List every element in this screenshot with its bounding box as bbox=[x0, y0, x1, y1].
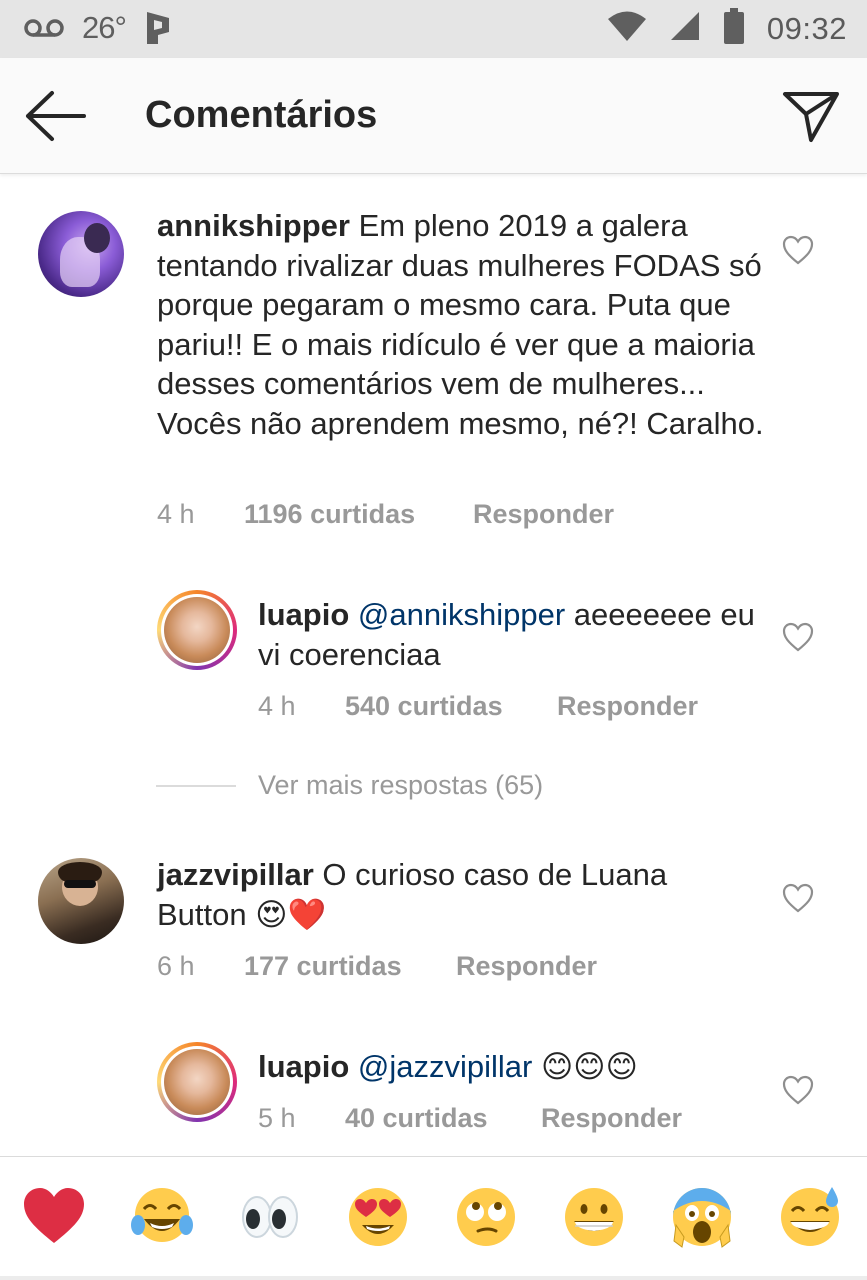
comment-time: 4 h bbox=[258, 691, 296, 721]
avatar[interactable] bbox=[38, 858, 124, 944]
divider bbox=[0, 1276, 867, 1280]
comment-username[interactable]: luapio bbox=[258, 597, 349, 632]
like-heart-icon[interactable] bbox=[782, 1075, 814, 1105]
clock: 09:32 bbox=[766, 10, 847, 46]
likes-count[interactable]: 540 curtidas bbox=[345, 691, 557, 722]
avatar[interactable] bbox=[157, 590, 237, 670]
rolling-eyes-emoji-button[interactable] bbox=[454, 1185, 518, 1249]
divider bbox=[156, 784, 236, 787]
reply-text: luapio @jazzvipillar 😊😊😊 bbox=[258, 1047, 758, 1087]
like-heart-icon[interactable] bbox=[782, 883, 814, 913]
comment-time: 5 h bbox=[258, 1103, 296, 1133]
comment-username[interactable]: annikshipper bbox=[157, 208, 350, 243]
mention-link[interactable]: @annikshipper bbox=[358, 597, 565, 632]
view-more-replies-button[interactable]: Ver mais respostas (65) bbox=[156, 770, 543, 801]
quick-emoji-bar bbox=[0, 1156, 867, 1280]
like-heart-icon[interactable] bbox=[782, 622, 814, 652]
battery-icon bbox=[723, 8, 745, 49]
grinning-emoji-button[interactable] bbox=[562, 1185, 626, 1249]
mention-link[interactable]: @jazzvipillar bbox=[358, 1049, 532, 1084]
comment-meta: 4 h 540 curtidas Responder bbox=[258, 691, 698, 722]
app-bar: Comentários bbox=[0, 58, 867, 174]
eyes-emoji-button[interactable] bbox=[238, 1185, 302, 1249]
comment-meta: 6 h 177 curtidas Responder bbox=[157, 951, 597, 982]
comment-username[interactable]: luapio bbox=[258, 1049, 349, 1084]
back-button[interactable] bbox=[24, 88, 88, 144]
red-heart-emoji-button[interactable] bbox=[22, 1185, 86, 1249]
likes-count[interactable]: 1196 curtidas bbox=[244, 499, 473, 530]
reply-button[interactable]: Responder bbox=[456, 951, 597, 982]
sweat-smile-emoji-button[interactable] bbox=[778, 1185, 842, 1249]
signal-icon bbox=[669, 10, 701, 47]
comment-username[interactable]: jazzvipillar bbox=[157, 857, 314, 892]
reply-button[interactable]: Responder bbox=[541, 1103, 682, 1134]
comment-body: 😊😊😊 bbox=[540, 1049, 638, 1084]
avatar[interactable] bbox=[157, 1042, 237, 1122]
status-bar: 26° 09:32 bbox=[0, 0, 867, 58]
comment-meta: 4 h 1196 curtidas Responder bbox=[157, 499, 614, 530]
app-notification-icon bbox=[144, 10, 172, 46]
voicemail-icon bbox=[24, 17, 64, 39]
likes-count[interactable]: 177 curtidas bbox=[244, 951, 456, 982]
comment-time: 4 h bbox=[157, 499, 195, 529]
arrow-left-icon bbox=[26, 91, 86, 141]
like-heart-icon[interactable] bbox=[782, 235, 814, 265]
reply-button[interactable]: Responder bbox=[473, 499, 614, 530]
comment-text: jazzvipillar O curioso caso de Luana But… bbox=[157, 855, 717, 934]
share-button[interactable] bbox=[781, 86, 841, 146]
comment-text: annikshipper Em pleno 2019 a galera tent… bbox=[157, 206, 767, 443]
comment-meta: 5 h 40 curtidas Responder bbox=[258, 1103, 682, 1134]
wifi-icon bbox=[607, 10, 647, 47]
avatar[interactable] bbox=[38, 211, 124, 297]
reply-text: luapio @annikshipper aeeeeeee eu vi coer… bbox=[258, 595, 758, 674]
reply-button[interactable]: Responder bbox=[557, 691, 698, 722]
likes-count[interactable]: 40 curtidas bbox=[345, 1103, 541, 1134]
paper-plane-icon bbox=[783, 92, 839, 142]
view-more-replies-label: Ver mais respostas (65) bbox=[258, 770, 544, 800]
comment-time: 6 h bbox=[157, 951, 195, 981]
screaming-emoji-button[interactable] bbox=[670, 1185, 734, 1249]
temperature: 26° bbox=[82, 10, 127, 45]
page-title: Comentários bbox=[145, 94, 378, 136]
heart-eyes-emoji-button[interactable] bbox=[346, 1185, 410, 1249]
tears-of-joy-emoji-button[interactable] bbox=[130, 1185, 194, 1249]
